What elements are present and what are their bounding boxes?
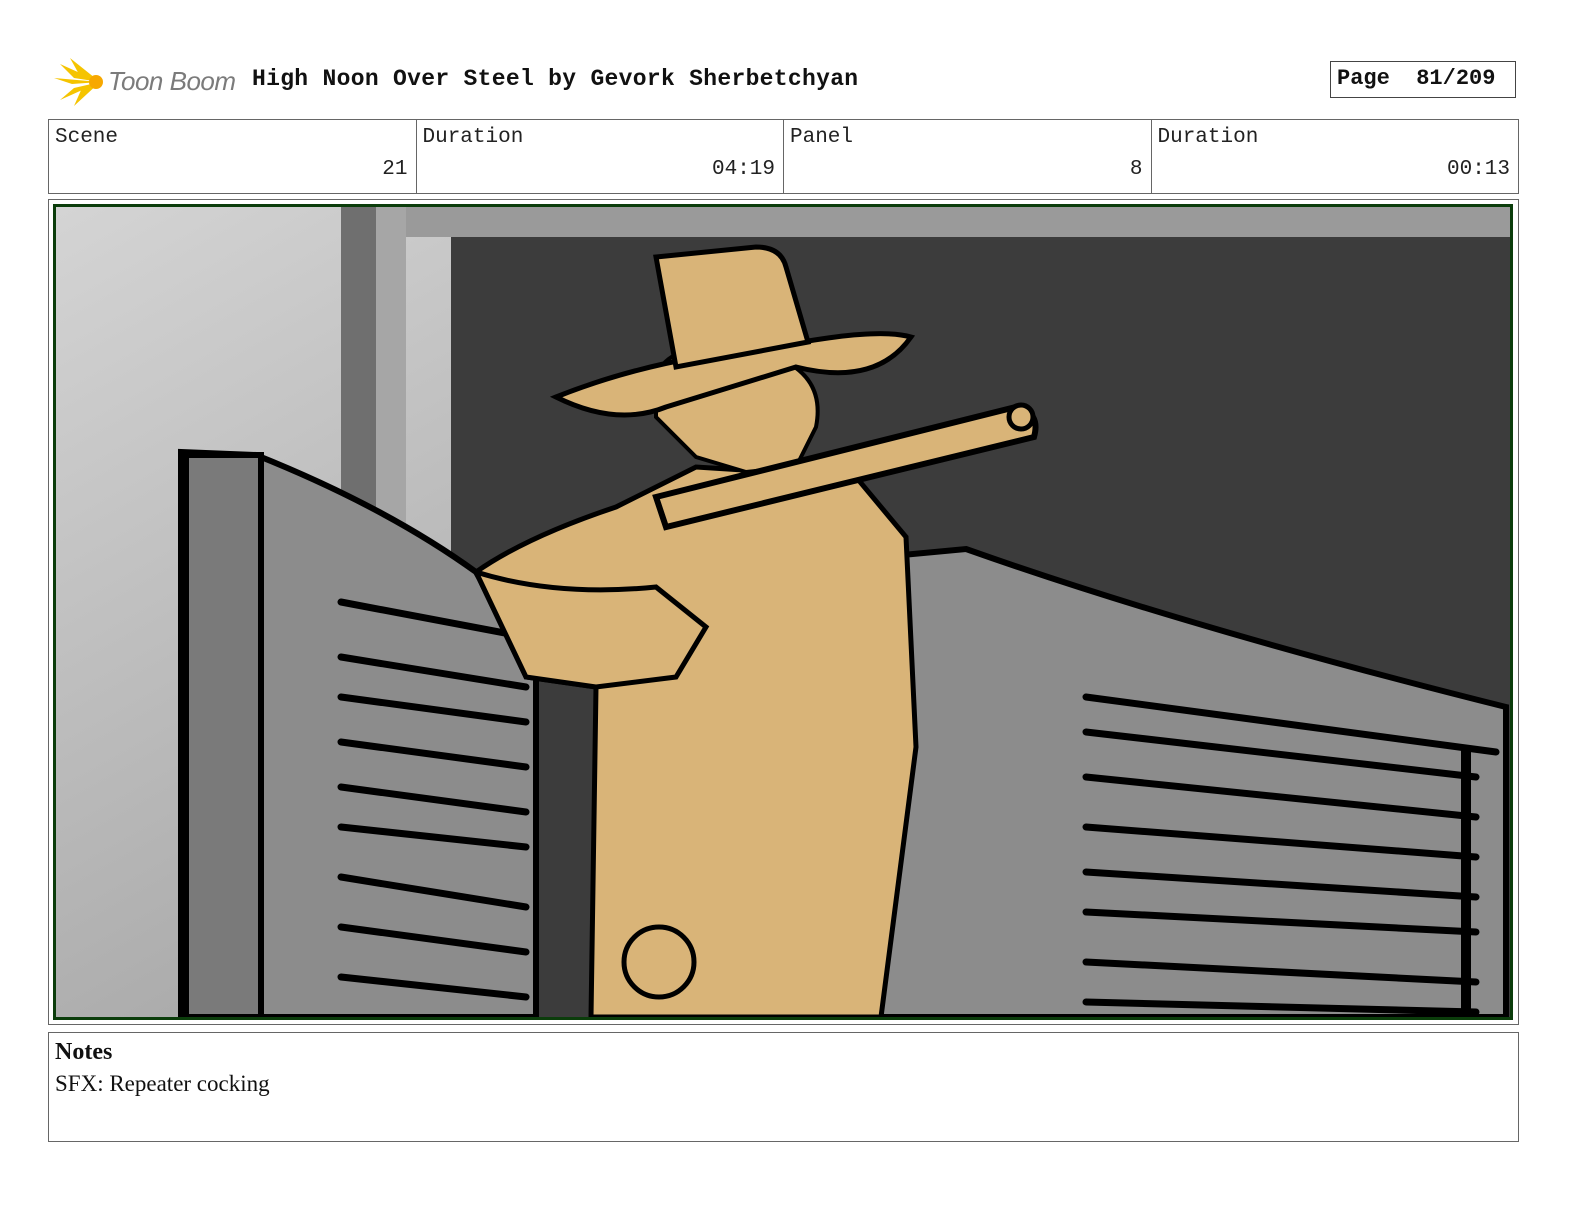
scene-label: Scene (55, 126, 119, 149)
panel-value: 8 (1129, 158, 1143, 181)
page-number: 81/209 (1416, 66, 1496, 91)
page-indicator: Page 81/209 (1330, 61, 1516, 98)
scene-value: 21 (382, 158, 408, 181)
info-table: Scene 21 Duration 04:19 Panel 8 Duration… (48, 119, 1519, 194)
starburst-icon (54, 58, 103, 106)
page-label: Page (1337, 66, 1390, 91)
panel-duration-label: Duration (1157, 126, 1259, 149)
storyboard-panel-image (53, 204, 1513, 1020)
cowboy-sketch (56, 207, 1510, 1017)
logo-text: Toon Boom (108, 66, 236, 96)
document-title: High Noon Over Steel by Gevork Sherbetch… (252, 66, 859, 92)
scene-duration-value: 04:19 (711, 158, 775, 181)
toon-boom-logo: Toon Boom (52, 56, 242, 108)
panel-duration-value: 00:13 (1446, 158, 1510, 181)
page-header: Toon Boom High Noon Over Steel by Gevork… (48, 52, 1538, 108)
scene-cell: Scene 21 (49, 120, 417, 193)
panel-cell: Panel 8 (784, 120, 1152, 193)
panel-duration-cell: Duration 00:13 (1152, 120, 1519, 193)
panel-label: Panel (790, 126, 854, 149)
scene-duration-cell: Duration 04:19 (417, 120, 784, 193)
notes-text: SFX: Repeater cocking (55, 1071, 270, 1096)
notes-title: Notes (55, 1039, 113, 1065)
scene-duration-label: Duration (422, 126, 524, 149)
notes-section: Notes SFX: Repeater cocking (48, 1032, 1519, 1142)
